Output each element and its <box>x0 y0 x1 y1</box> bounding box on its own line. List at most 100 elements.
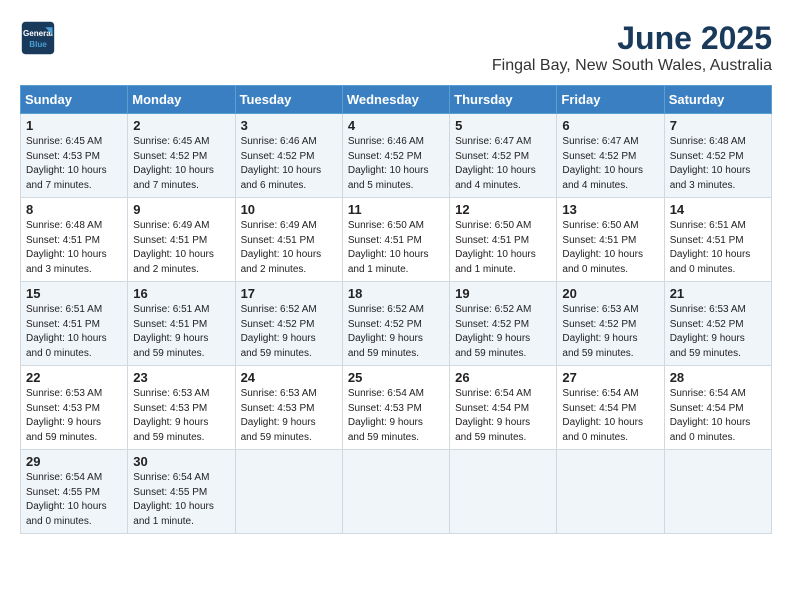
day-number: 28 <box>670 370 766 385</box>
day-number: 25 <box>348 370 444 385</box>
calendar-cell: 14 Sunrise: 6:51 AMSunset: 4:51 PMDayligh… <box>664 198 771 282</box>
day-header-sunday: Sunday <box>21 86 128 114</box>
calendar-cell: 20 Sunrise: 6:53 AMSunset: 4:52 PMDayligh… <box>557 282 664 366</box>
day-number: 12 <box>455 202 551 217</box>
calendar-cell: 27 Sunrise: 6:54 AMSunset: 4:54 PMDayligh… <box>557 366 664 450</box>
day-header-monday: Monday <box>128 86 235 114</box>
day-info: Sunrise: 6:48 AMSunset: 4:51 PMDaylight:… <box>26 219 122 277</box>
day-number: 15 <box>26 286 122 301</box>
calendar-cell: 2 Sunrise: 6:45 AMSunset: 4:52 PMDaylight… <box>128 114 235 198</box>
day-info: Sunrise: 6:49 AMSunset: 4:51 PMDaylight:… <box>241 219 337 277</box>
day-number: 14 <box>670 202 766 217</box>
calendar-cell: 17 Sunrise: 6:52 AMSunset: 4:52 PMDayligh… <box>235 282 342 366</box>
calendar-cell: 15 Sunrise: 6:51 AMSunset: 4:51 PMDayligh… <box>21 282 128 366</box>
day-number: 16 <box>133 286 229 301</box>
day-number: 29 <box>26 454 122 469</box>
day-number: 6 <box>562 118 658 133</box>
day-header-tuesday: Tuesday <box>235 86 342 114</box>
day-info: Sunrise: 6:48 AMSunset: 4:52 PMDaylight:… <box>670 135 766 193</box>
calendar-week-row: 29 Sunrise: 6:54 AMSunset: 4:55 PMDayligh… <box>21 450 772 534</box>
calendar-cell: 6Sunrise: 6:47 AMSunset: 4:52 PMDaylight… <box>557 114 664 198</box>
day-info: Sunrise: 6:53 AMSunset: 4:53 PMDaylight:… <box>26 387 122 445</box>
day-number: 13 <box>562 202 658 217</box>
logo: General Blue <box>20 20 56 56</box>
day-info: Sunrise: 6:54 AMSunset: 4:55 PMDaylight:… <box>26 471 122 529</box>
location-title: Fingal Bay, New South Wales, Australia <box>492 57 772 75</box>
day-number: 11 <box>348 202 444 217</box>
day-info: Sunrise: 6:51 AMSunset: 4:51 PMDaylight:… <box>26 303 122 361</box>
day-info: Sunrise: 6:53 AMSunset: 4:52 PMDaylight:… <box>562 303 658 361</box>
day-number: 9 <box>133 202 229 217</box>
day-info: Sunrise: 6:52 AMSunset: 4:52 PMDaylight:… <box>241 303 337 361</box>
calendar-cell: 3 Sunrise: 6:46 AMSunset: 4:52 PMDaylight… <box>235 114 342 198</box>
day-info: Sunrise: 6:54 AMSunset: 4:54 PMDaylight:… <box>455 387 551 445</box>
calendar-cell: 22 Sunrise: 6:53 AMSunset: 4:53 PMDayligh… <box>21 366 128 450</box>
day-number: 26 <box>455 370 551 385</box>
day-number: 18 <box>348 286 444 301</box>
title-area: June 2025 Fingal Bay, New South Wales, A… <box>492 20 772 75</box>
calendar-header-row: SundayMondayTuesdayWednesdayThursdayFrid… <box>21 86 772 114</box>
day-header-wednesday: Wednesday <box>342 86 449 114</box>
day-info: Sunrise: 6:50 AMSunset: 4:51 PMDaylight:… <box>348 219 444 277</box>
calendar-cell <box>664 450 771 534</box>
calendar-cell: 29 Sunrise: 6:54 AMSunset: 4:55 PMDayligh… <box>21 450 128 534</box>
day-number: 10 <box>241 202 337 217</box>
calendar-week-row: 22 Sunrise: 6:53 AMSunset: 4:53 PMDayligh… <box>21 366 772 450</box>
calendar-cell: 12 Sunrise: 6:50 AMSunset: 4:51 PMDayligh… <box>450 198 557 282</box>
calendar-week-row: 8Sunrise: 6:48 AMSunset: 4:51 PMDaylight… <box>21 198 772 282</box>
day-info: Sunrise: 6:51 AMSunset: 4:51 PMDaylight:… <box>133 303 229 361</box>
calendar-cell <box>342 450 449 534</box>
day-number: 27 <box>562 370 658 385</box>
day-number: 21 <box>670 286 766 301</box>
calendar-week-row: 1 Sunrise: 6:45 AMSunset: 4:53 PMDaylight… <box>21 114 772 198</box>
day-info: Sunrise: 6:51 AMSunset: 4:51 PMDaylight:… <box>670 219 766 277</box>
calendar-cell: 11 Sunrise: 6:50 AMSunset: 4:51 PMDayligh… <box>342 198 449 282</box>
calendar-body: 1 Sunrise: 6:45 AMSunset: 4:53 PMDaylight… <box>21 114 772 534</box>
calendar-cell <box>235 450 342 534</box>
calendar-table: SundayMondayTuesdayWednesdayThursdayFrid… <box>20 85 772 534</box>
svg-text:Blue: Blue <box>29 40 47 49</box>
day-number: 17 <box>241 286 337 301</box>
svg-text:General: General <box>23 29 53 38</box>
day-info: Sunrise: 6:49 AMSunset: 4:51 PMDaylight:… <box>133 219 229 277</box>
day-header-friday: Friday <box>557 86 664 114</box>
month-title: June 2025 <box>492 20 772 57</box>
day-info: Sunrise: 6:53 AMSunset: 4:52 PMDaylight:… <box>670 303 766 361</box>
day-info: Sunrise: 6:50 AMSunset: 4:51 PMDaylight:… <box>455 219 551 277</box>
calendar-cell: 28 Sunrise: 6:54 AMSunset: 4:54 PMDayligh… <box>664 366 771 450</box>
day-info: Sunrise: 6:54 AMSunset: 4:55 PMDaylight:… <box>133 471 229 529</box>
calendar-cell: 1 Sunrise: 6:45 AMSunset: 4:53 PMDaylight… <box>21 114 128 198</box>
day-info: Sunrise: 6:54 AMSunset: 4:53 PMDaylight:… <box>348 387 444 445</box>
calendar-cell: 23Sunrise: 6:53 AMSunset: 4:53 PMDayligh… <box>128 366 235 450</box>
day-info: Sunrise: 6:52 AMSunset: 4:52 PMDaylight:… <box>348 303 444 361</box>
calendar-cell <box>450 450 557 534</box>
header: General Blue June 2025 Fingal Bay, New S… <box>20 20 772 75</box>
day-info: Sunrise: 6:54 AMSunset: 4:54 PMDaylight:… <box>562 387 658 445</box>
day-number: 23 <box>133 370 229 385</box>
day-number: 30 <box>133 454 229 469</box>
calendar-cell: 7Sunrise: 6:48 AMSunset: 4:52 PMDaylight… <box>664 114 771 198</box>
day-number: 24 <box>241 370 337 385</box>
calendar-cell: 8Sunrise: 6:48 AMSunset: 4:51 PMDaylight… <box>21 198 128 282</box>
day-number: 3 <box>241 118 337 133</box>
calendar-cell: 13 Sunrise: 6:50 AMSunset: 4:51 PMDayligh… <box>557 198 664 282</box>
day-info: Sunrise: 6:45 AMSunset: 4:53 PMDaylight:… <box>26 135 122 193</box>
day-number: 2 <box>133 118 229 133</box>
calendar-cell: 4Sunrise: 6:46 AMSunset: 4:52 PMDaylight… <box>342 114 449 198</box>
day-number: 1 <box>26 118 122 133</box>
day-info: Sunrise: 6:50 AMSunset: 4:51 PMDaylight:… <box>562 219 658 277</box>
calendar-cell <box>557 450 664 534</box>
day-info: Sunrise: 6:54 AMSunset: 4:54 PMDaylight:… <box>670 387 766 445</box>
day-info: Sunrise: 6:52 AMSunset: 4:52 PMDaylight:… <box>455 303 551 361</box>
day-number: 5 <box>455 118 551 133</box>
calendar-cell: 25 Sunrise: 6:54 AMSunset: 4:53 PMDayligh… <box>342 366 449 450</box>
calendar-cell: 21 Sunrise: 6:53 AMSunset: 4:52 PMDayligh… <box>664 282 771 366</box>
logo-icon: General Blue <box>20 20 56 56</box>
day-info: Sunrise: 6:46 AMSunset: 4:52 PMDaylight:… <box>241 135 337 193</box>
calendar-cell: 26 Sunrise: 6:54 AMSunset: 4:54 PMDayligh… <box>450 366 557 450</box>
day-header-thursday: Thursday <box>450 86 557 114</box>
calendar-week-row: 15 Sunrise: 6:51 AMSunset: 4:51 PMDayligh… <box>21 282 772 366</box>
day-info: Sunrise: 6:45 AMSunset: 4:52 PMDaylight:… <box>133 135 229 193</box>
day-number: 22 <box>26 370 122 385</box>
day-number: 20 <box>562 286 658 301</box>
